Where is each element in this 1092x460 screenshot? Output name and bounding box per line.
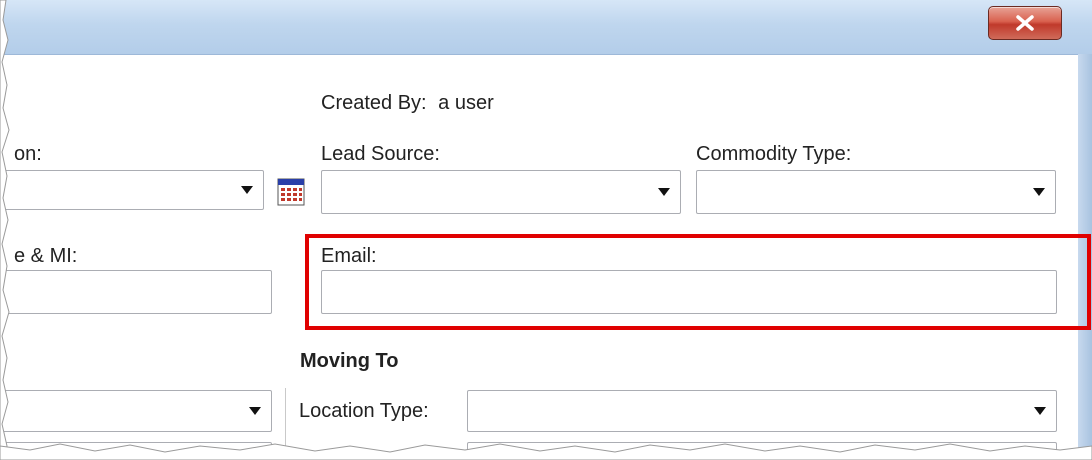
location-type-label: Location Type:: [299, 400, 429, 422]
commodity-type-combo[interactable]: [696, 170, 1056, 214]
name-mi-field[interactable]: [0, 270, 272, 314]
chevron-down-icon: [1033, 188, 1045, 196]
title-bar: [0, 0, 1092, 55]
lead-source-label: Lead Source:: [321, 143, 440, 165]
location-type-combo[interactable]: [467, 390, 1057, 432]
moving-to-heading: Moving To: [300, 350, 399, 372]
commodity-type-label: Commodity Type:: [696, 143, 852, 165]
close-icon: [1016, 15, 1034, 31]
chevron-down-icon: [1034, 407, 1046, 415]
dialog-window: Created By: a user on: Lead Source: Comm…: [0, 0, 1092, 460]
created-by-label-text: Created By:: [321, 92, 427, 114]
email-highlight-box: [305, 234, 1091, 330]
col1-label: on:: [14, 143, 42, 165]
chevron-down-icon: [241, 186, 253, 194]
name-mi-label: e & MI:: [14, 245, 78, 267]
close-button[interactable]: [988, 6, 1062, 40]
created-by-label: Created By: a user: [321, 92, 494, 115]
torn-edge-bottom: [0, 443, 1092, 460]
lead-source-combo[interactable]: [321, 170, 681, 214]
calendar-icon[interactable]: [276, 176, 308, 208]
col1-combo[interactable]: [0, 170, 264, 210]
created-by-value: a user: [438, 92, 494, 114]
chevron-down-icon: [249, 407, 261, 415]
moving-from-combo[interactable]: [0, 390, 272, 432]
torn-edge-left: [0, 0, 10, 460]
chevron-down-icon: [658, 188, 670, 196]
